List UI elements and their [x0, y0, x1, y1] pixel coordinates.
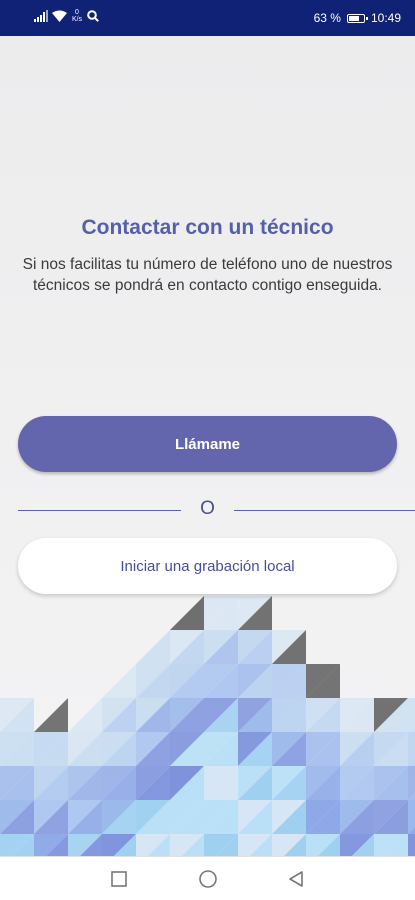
search-icon — [87, 10, 99, 22]
wifi-icon — [52, 10, 67, 22]
call-me-button[interactable]: Llámame — [18, 416, 397, 472]
contact-screen: Contactar con un técnico Si nos facilita… — [0, 36, 415, 856]
background-triangle — [408, 834, 415, 856]
status-time: 10:49 — [370, 11, 401, 25]
background-triangle — [34, 698, 68, 732]
network-speed: 0 K/s — [71, 9, 83, 23]
divider-line-right — [234, 510, 415, 511]
status-left: 0 K/s — [34, 9, 99, 23]
network-speed-unit: K/s — [71, 16, 83, 23]
network-speed-value: 0 — [75, 9, 79, 16]
battery-percent: 63 % — [313, 11, 341, 25]
start-local-recording-button[interactable]: Iniciar una grabación local — [18, 538, 397, 594]
divider-line-left — [18, 510, 181, 511]
background-triangle — [102, 664, 136, 698]
status-bar: 0 K/s 63 % 10:49 — [0, 0, 415, 36]
status-right: 63 % 10:49 — [314, 11, 401, 25]
battery-fill — [348, 15, 360, 21]
recent-apps-icon[interactable] — [109, 869, 129, 889]
triangle-pattern-background — [0, 596, 415, 856]
page-title: Contactar con un técnico — [81, 216, 334, 239]
battery-icon — [346, 13, 368, 23]
home-icon[interactable] — [198, 869, 218, 889]
back-icon[interactable] — [286, 869, 306, 889]
signal-icon — [34, 10, 48, 22]
navigation-bar — [0, 856, 415, 900]
page-description: Si nos facilitas tu número de teléfono u… — [22, 256, 393, 294]
background-triangle — [170, 596, 204, 630]
background-triangle — [136, 630, 170, 664]
divider-text: O — [200, 498, 215, 519]
background-triangle — [68, 698, 102, 732]
